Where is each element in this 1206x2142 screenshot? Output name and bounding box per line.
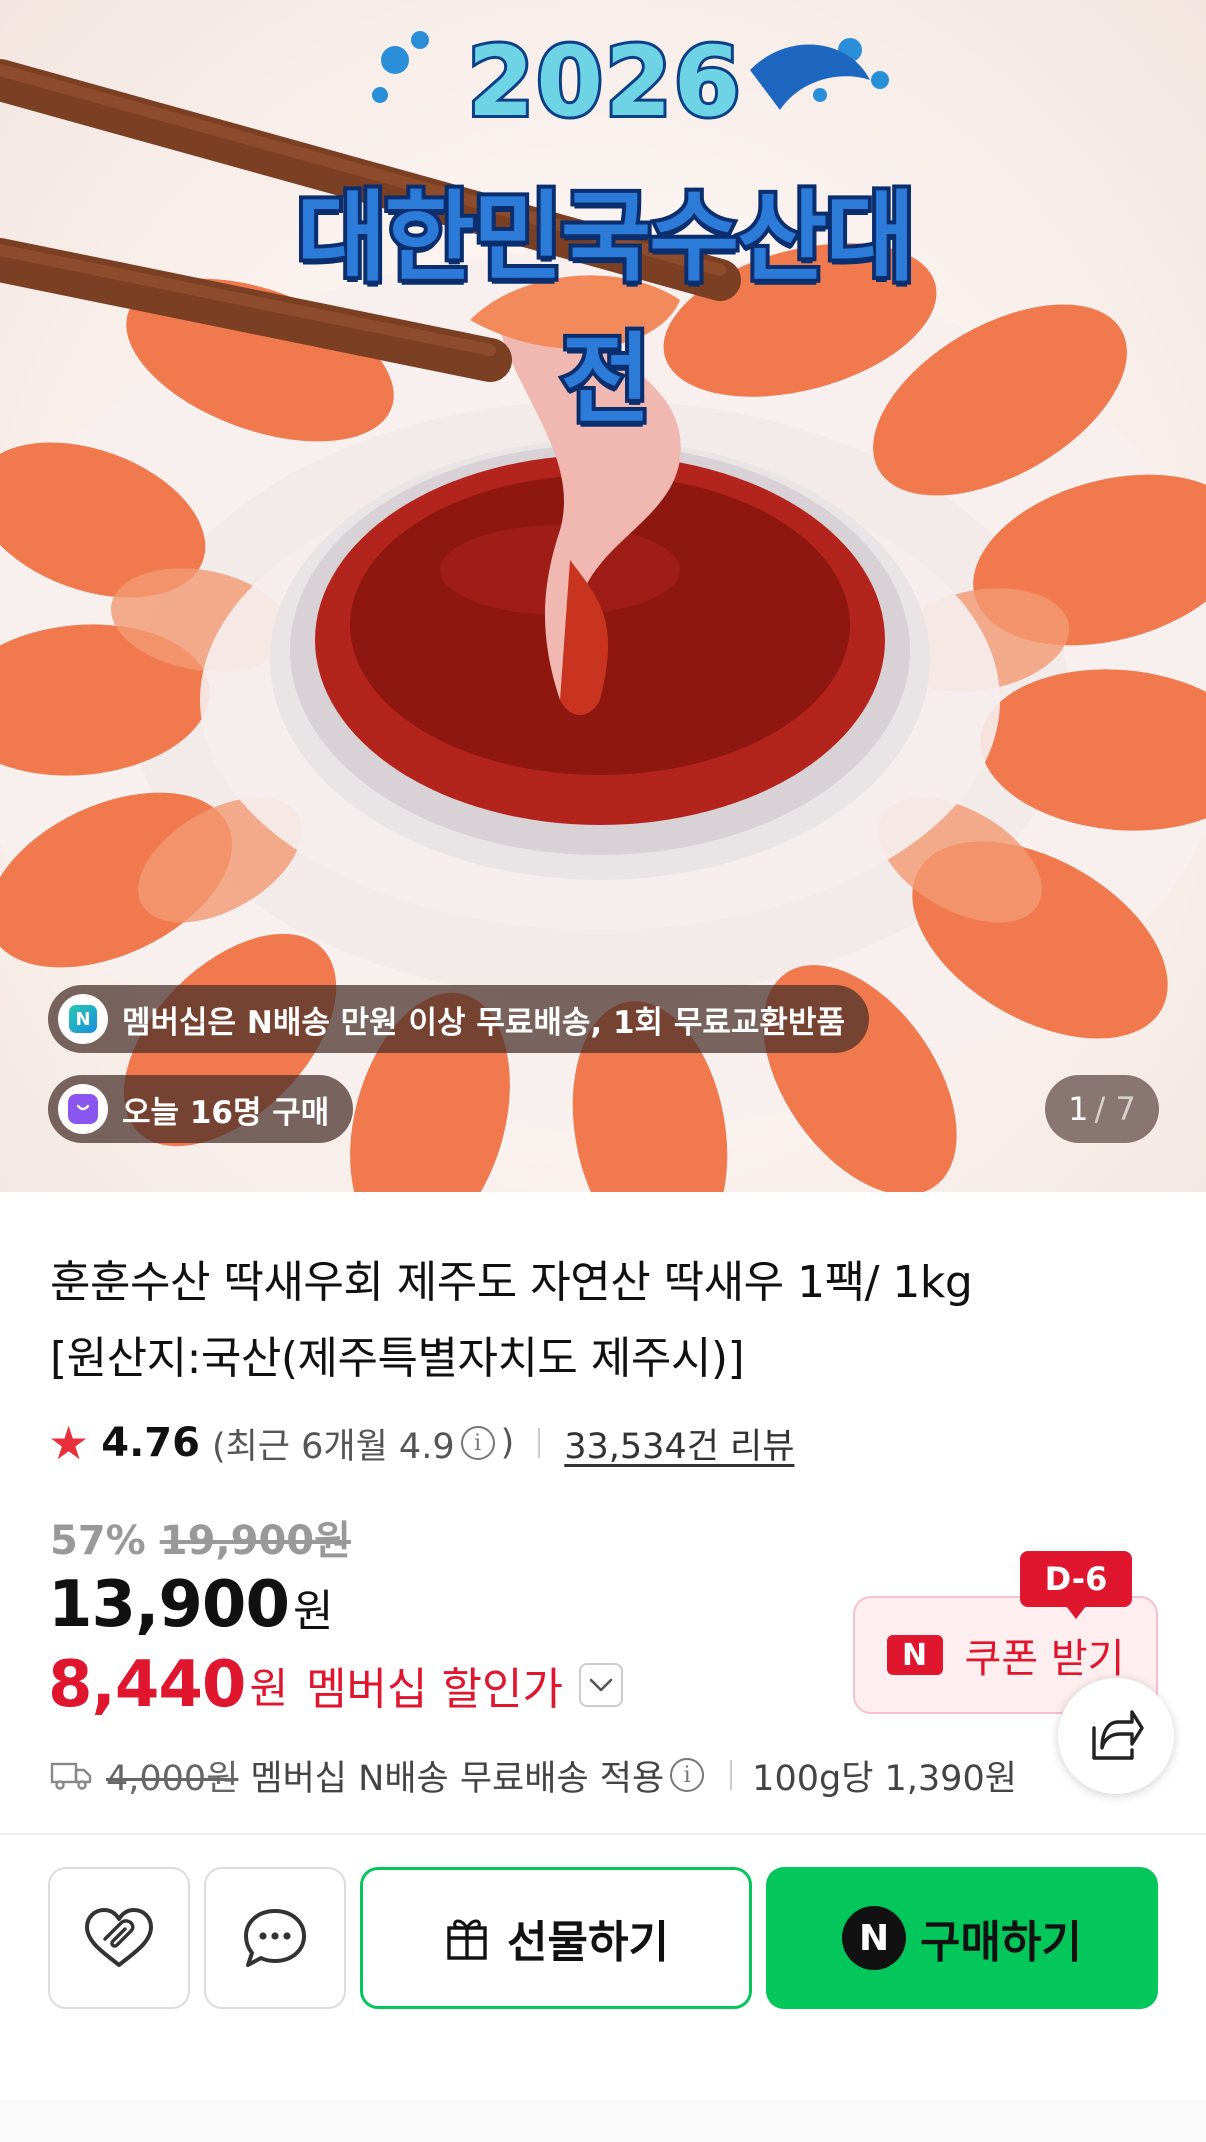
wishlist-button[interactable] <box>48 1867 190 2009</box>
event-title: 대한민국수산대전 <box>292 177 919 441</box>
buy-label: 구매하기 <box>920 1917 1082 1968</box>
membership-badge[interactable]: N 멤버십은 N배송 만원 이상 무료배송, 1회 무료교환반품 <box>48 985 869 1053</box>
product-image-carousel[interactable]: 2026 대한민국수산대전 N 멤버십은 N배송 만원 이상 무료배송, 1회 … <box>0 0 1206 1192</box>
divider <box>730 1760 733 1790</box>
bottom-safe-area <box>0 2100 1206 2142</box>
member-currency-label: 원 <box>249 1663 289 1713</box>
truck-icon <box>50 1762 92 1790</box>
rating-score: 4.76 <box>101 1420 200 1466</box>
section-divider <box>0 1833 1206 1835</box>
naver-n-icon: N <box>886 1635 943 1675</box>
shipping-note: 멤버십 N배송 무료배송 적용 <box>250 1758 665 1799</box>
product-title: 훈훈수산 딱새우회 제주도 자연산 딱새우 1팩/ 1kg [원산지:국산(제주… <box>50 1245 1150 1397</box>
star-icon: ★ <box>48 1416 90 1470</box>
shipping-fee: 4,000원 <box>106 1758 239 1799</box>
sale-price: 13,900 원 <box>48 1568 333 1642</box>
member-price-value: 8,440 <box>48 1648 246 1722</box>
member-price-row[interactable]: 8,440 원 멤버십 할인가 <box>48 1648 623 1722</box>
member-price-label: 멤버십 할인가 <box>306 1664 563 1715</box>
share-button[interactable] <box>1058 1678 1174 1794</box>
today-purchase-badge: 오늘 16명 구매 <box>48 1075 354 1143</box>
recent-rating-close: ) <box>500 1423 515 1463</box>
membership-badge-text: 멤버십은 N배송 만원 이상 무료배송, 1회 무료교환반품 <box>122 1004 845 1041</box>
gift-icon <box>447 1919 487 1960</box>
dday-badge: D-6 <box>1020 1551 1132 1619</box>
divider <box>538 1428 541 1458</box>
event-logo: 2026 대한민국수산대전 <box>260 18 950 441</box>
info-icon[interactable]: i <box>460 1426 495 1460</box>
shopping-bag-icon <box>58 1084 108 1134</box>
discount-rate: 57% <box>50 1518 146 1564</box>
gift-label: 선물하기 <box>507 1917 669 1968</box>
buy-button[interactable]: N 구매하기 <box>766 1867 1158 2009</box>
image-index: 1 <box>1068 1090 1089 1128</box>
heart-icon <box>85 1908 153 1967</box>
recent-rating: (최근 6개월 4.9 <box>211 1426 455 1467</box>
image-page-counter: 1 / 7 <box>1045 1075 1159 1143</box>
share-icon <box>1092 1710 1144 1760</box>
discount-row: 57% 19,900원 <box>50 1508 351 1566</box>
product-title-line2: [원산지:국산(제주특별자치도 제주시)] <box>50 1333 745 1384</box>
chat-button[interactable] <box>204 1867 346 2009</box>
currency-label: 원 <box>292 1586 334 1637</box>
image-total: / 7 <box>1094 1090 1136 1128</box>
membership-n-icon: N <box>58 994 108 1044</box>
chevron-down-icon[interactable] <box>578 1663 623 1707</box>
today-purchase-text: 오늘 16명 구매 <box>122 1094 330 1131</box>
shipping-row: 4,000원 멤버십 N배송 무료배송 적용 i 100g당 1,390원 <box>50 1750 1017 1800</box>
event-year: 2026 <box>464 23 743 141</box>
review-count-link[interactable]: 33,534건 리뷰 <box>564 1418 794 1469</box>
rating-row: ★ 4.76 (최근 6개월 4.9 i ) 33,534건 리뷰 <box>48 1416 794 1470</box>
shipping-info-icon[interactable]: i <box>670 1758 705 1792</box>
product-title-line1: 훈훈수산 딱새우회 제주도 자연산 딱새우 1팩/ 1kg <box>50 1257 973 1308</box>
chat-bubble-icon <box>244 1909 306 1967</box>
original-price: 19,900원 <box>159 1518 351 1564</box>
sale-price-value: 13,900 <box>48 1568 290 1642</box>
coupon-label: 쿠폰 받기 <box>964 1636 1125 1682</box>
unit-price: 100g당 1,390원 <box>752 1758 1017 1799</box>
gift-button[interactable]: 선물하기 <box>360 1867 752 2009</box>
naver-pay-icon: N <box>842 1906 907 1970</box>
